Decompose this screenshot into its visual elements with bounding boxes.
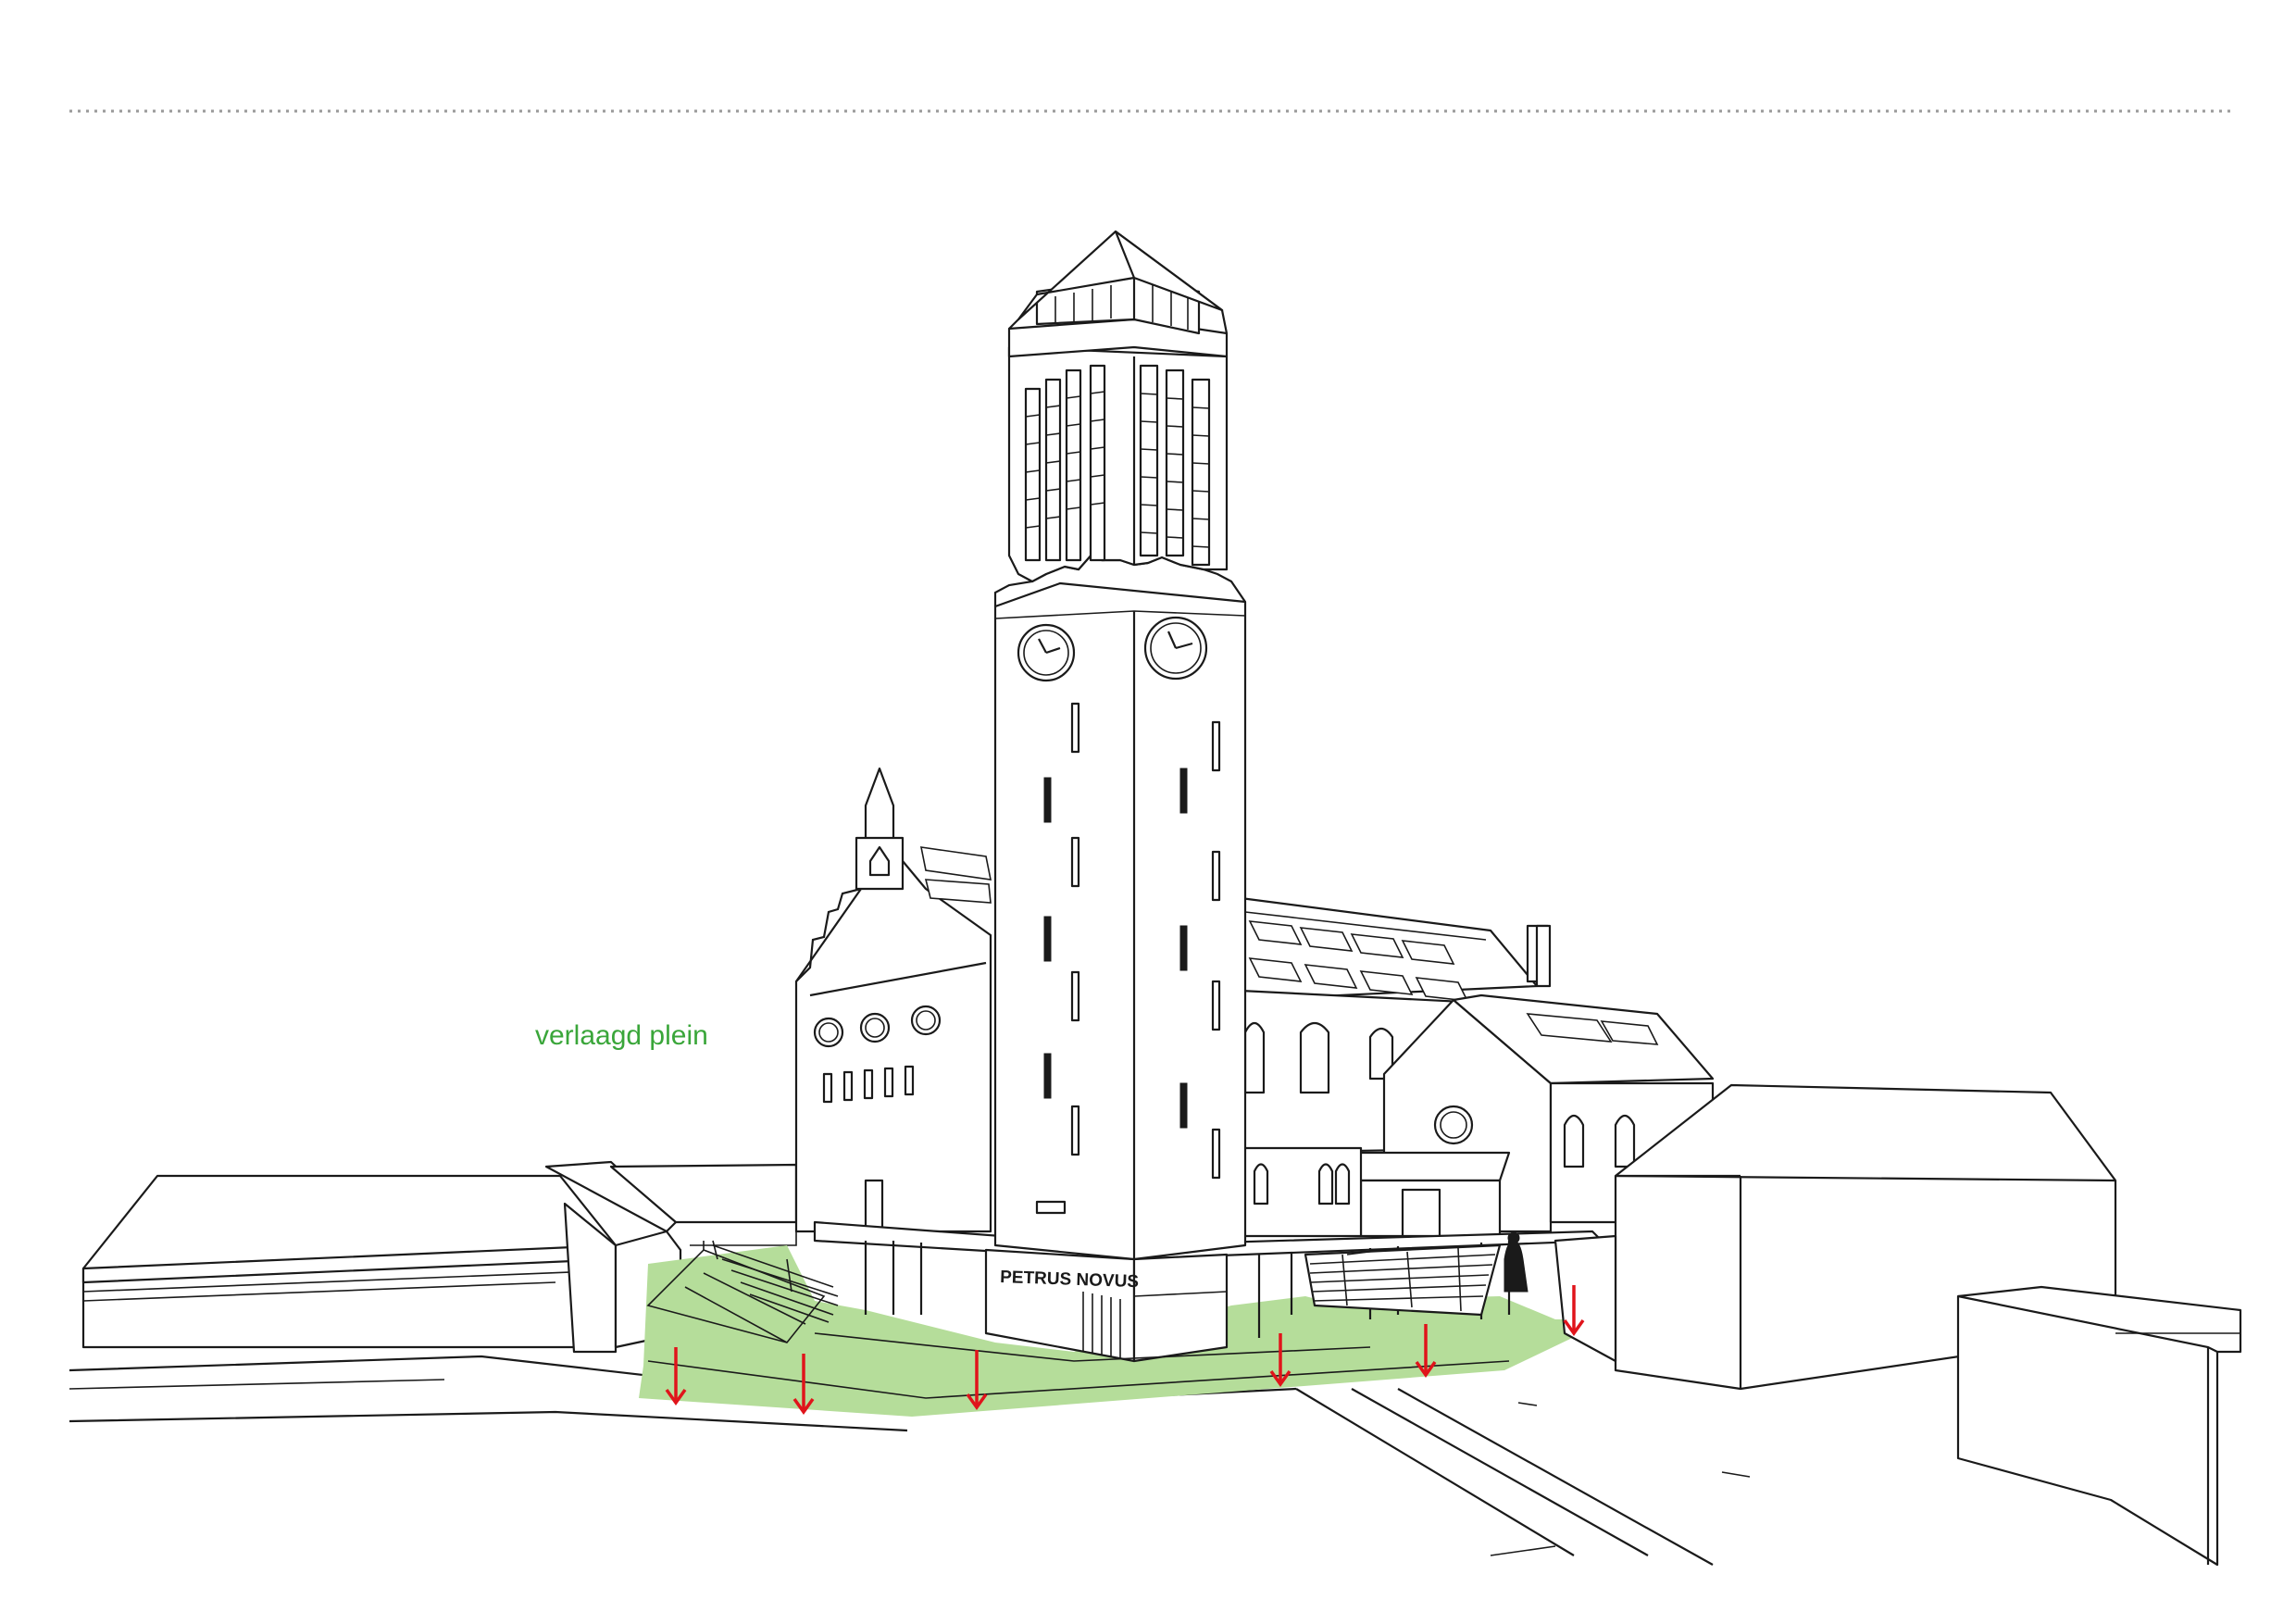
clock-left bbox=[1017, 623, 1076, 682]
church-perspective-drawing: PETRUS NOVUS verlaagd plein bbox=[69, 109, 2242, 1567]
belfry-louvres-right bbox=[1139, 364, 1211, 567]
tower-base: PETRUS NOVUS bbox=[984, 1248, 1229, 1363]
verlaagd-plein-label: verlaagd plein bbox=[535, 1020, 708, 1051]
church-tower bbox=[993, 230, 1247, 1261]
far-right-building bbox=[1956, 1285, 2242, 1567]
statue bbox=[1504, 1240, 1529, 1293]
clock-right bbox=[1143, 616, 1208, 681]
